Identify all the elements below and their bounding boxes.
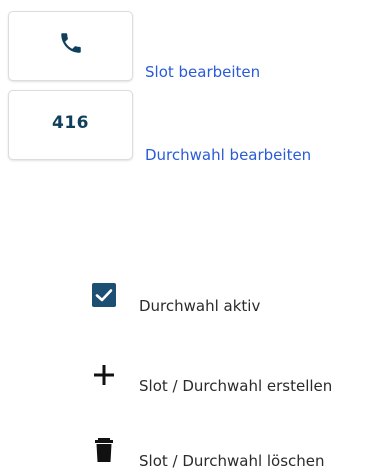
slot-tile[interactable] [8, 11, 133, 81]
legend-item-delete: Slot / Durchwahl löschen [92, 438, 325, 470]
legend-item-create: Slot / Durchwahl erstellen [92, 363, 332, 395]
legend-label-create: Slot / Durchwahl erstellen [139, 377, 333, 395]
edit-extension-link[interactable]: Durchwahl bearbeiten [145, 146, 311, 164]
phone-icon [60, 33, 81, 53]
legend-label-active: Durchwahl aktiv [139, 297, 261, 315]
plus-icon [92, 363, 116, 387]
extension-tile[interactable]: 416 [8, 90, 133, 160]
trash-icon [92, 438, 116, 462]
checkbox-checked-icon [92, 283, 116, 307]
extension-number: 416 [52, 113, 89, 133]
legend-item-active: Durchwahl aktiv [92, 283, 260, 315]
edit-slot-link[interactable]: Slot bearbeiten [145, 63, 260, 81]
legend-label-delete: Slot / Durchwahl löschen [139, 452, 325, 470]
